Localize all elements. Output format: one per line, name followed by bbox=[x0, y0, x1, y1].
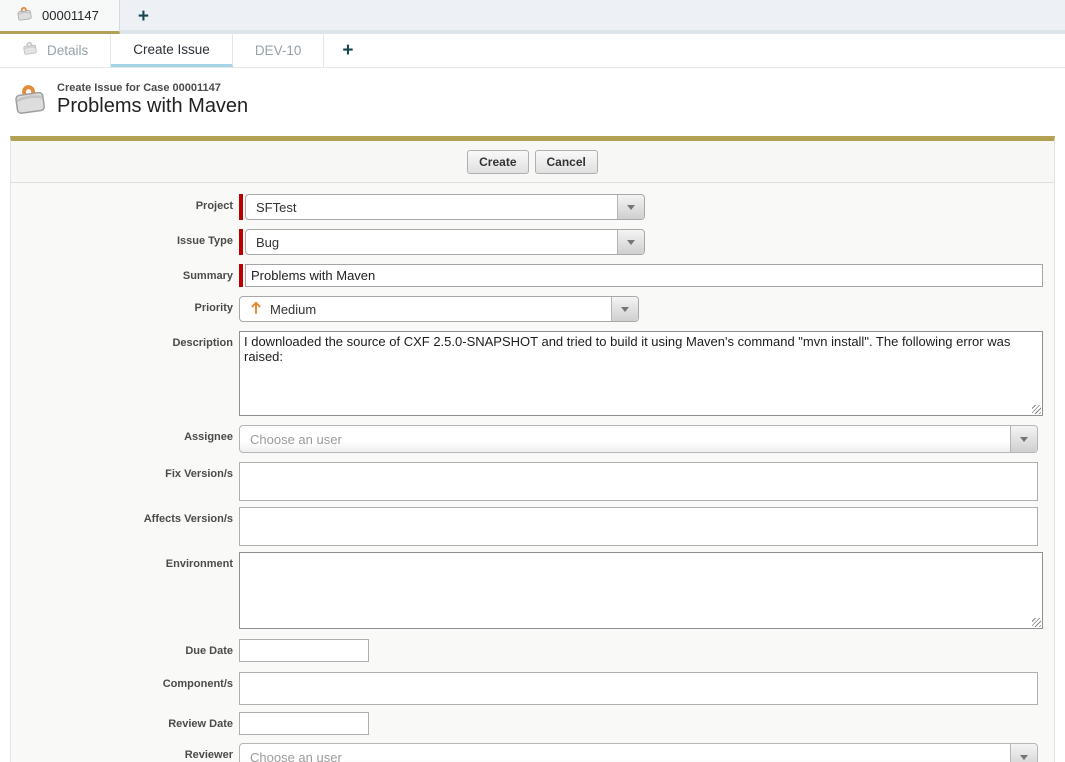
review-date-row: Review Date bbox=[11, 712, 1054, 735]
issue-type-select[interactable]: Bug bbox=[245, 229, 645, 255]
summary-label: Summary bbox=[11, 264, 233, 282]
reviewer-placeholder: Choose an user bbox=[240, 744, 1010, 762]
issue-type-value: Bug bbox=[246, 230, 617, 254]
subtab-label: DEV-10 bbox=[255, 43, 302, 58]
issue-type-label: Issue Type bbox=[11, 229, 233, 247]
create-button[interactable]: Create bbox=[467, 150, 528, 174]
dropdown-arrow-icon[interactable] bbox=[617, 195, 644, 219]
project-label: Project bbox=[11, 194, 233, 212]
resize-handle-icon[interactable] bbox=[1032, 618, 1041, 627]
cancel-button[interactable]: Cancel bbox=[535, 150, 598, 174]
summary-row: Summary bbox=[11, 264, 1054, 287]
review-date-input[interactable] bbox=[239, 712, 369, 735]
case-icon bbox=[16, 5, 33, 27]
reviewer-select[interactable]: Choose an user bbox=[239, 743, 1038, 762]
description-label: Description bbox=[11, 331, 233, 349]
environment-textarea[interactable] bbox=[239, 552, 1043, 629]
create-issue-panel: Create Cancel Project SFTest Issue Type … bbox=[10, 136, 1055, 762]
components-row: Component/s bbox=[11, 672, 1054, 705]
page-title: Problems with Maven bbox=[57, 95, 248, 118]
required-indicator bbox=[239, 264, 243, 287]
description-textarea[interactable]: I downloaded the source of CXF 2.5.0-SNA… bbox=[239, 331, 1043, 416]
create-issue-form: Project SFTest Issue Type Bug Su bbox=[11, 183, 1054, 762]
page-header: Create Issue for Case 00001147 Problems … bbox=[0, 68, 1065, 130]
due-date-row: Due Date bbox=[11, 639, 1054, 662]
header-context: Create Issue for Case 00001147 bbox=[57, 82, 248, 94]
assignee-row: Assignee Choose an user bbox=[11, 425, 1054, 453]
priority-medium-icon bbox=[250, 301, 262, 317]
priority-value: Medium bbox=[270, 302, 316, 317]
required-indicator bbox=[239, 229, 243, 255]
subtab-create-issue[interactable]: Create Issue bbox=[111, 34, 233, 67]
fix-versions-row: Fix Version/s bbox=[11, 462, 1054, 501]
subtab-label: Details bbox=[47, 43, 88, 58]
reviewer-row: Reviewer Choose an user bbox=[11, 743, 1054, 762]
subtab-label: Create Issue bbox=[133, 42, 210, 57]
due-date-label: Due Date bbox=[11, 639, 233, 657]
assignee-label: Assignee bbox=[11, 425, 233, 443]
add-workspace-tab-button[interactable]: + bbox=[120, 0, 167, 34]
dropdown-arrow-icon[interactable] bbox=[611, 297, 638, 321]
workspace-tab-bar: 00001147 + bbox=[0, 0, 1065, 34]
review-date-label: Review Date bbox=[11, 712, 233, 730]
subtab-bar: Details Create Issue DEV-10 + bbox=[0, 34, 1065, 68]
priority-select[interactable]: Medium bbox=[239, 296, 639, 322]
required-indicator bbox=[239, 194, 243, 220]
add-subtab-button[interactable]: + bbox=[324, 34, 371, 67]
components-input[interactable] bbox=[239, 672, 1038, 705]
dropdown-arrow-icon[interactable] bbox=[1010, 744, 1037, 762]
form-toolbar: Create Cancel bbox=[11, 141, 1054, 183]
affects-versions-input[interactable] bbox=[239, 507, 1038, 546]
environment-label: Environment bbox=[11, 552, 233, 570]
description-row: Description I downloaded the source of C… bbox=[11, 331, 1054, 416]
resize-handle-icon[interactable] bbox=[1032, 405, 1041, 414]
project-row: Project SFTest bbox=[11, 194, 1054, 220]
affects-versions-label: Affects Version/s bbox=[11, 507, 233, 525]
priority-label: Priority bbox=[11, 296, 233, 314]
subtab-details[interactable]: Details bbox=[0, 34, 111, 67]
environment-row: Environment bbox=[11, 552, 1054, 629]
fix-versions-input[interactable] bbox=[239, 462, 1038, 501]
due-date-input[interactable] bbox=[239, 639, 369, 662]
summary-input[interactable] bbox=[245, 264, 1043, 287]
project-value: SFTest bbox=[246, 195, 617, 219]
workspace-tab-case[interactable]: 00001147 bbox=[0, 0, 120, 34]
subtab-dev-10[interactable]: DEV-10 bbox=[233, 34, 325, 67]
project-select[interactable]: SFTest bbox=[245, 194, 645, 220]
assignee-placeholder: Choose an user bbox=[240, 426, 1010, 452]
plus-icon: + bbox=[138, 6, 149, 28]
issue-type-row: Issue Type Bug bbox=[11, 229, 1054, 255]
plus-icon: + bbox=[342, 40, 353, 62]
affects-versions-row: Affects Version/s bbox=[11, 507, 1054, 546]
dropdown-arrow-icon[interactable] bbox=[617, 230, 644, 254]
fix-versions-label: Fix Version/s bbox=[11, 462, 233, 480]
case-icon bbox=[12, 81, 48, 130]
priority-row: Priority Medium bbox=[11, 296, 1054, 322]
components-label: Component/s bbox=[11, 672, 233, 690]
workspace-tab-label: 00001147 bbox=[42, 8, 99, 23]
assignee-select[interactable]: Choose an user bbox=[239, 425, 1038, 453]
case-icon bbox=[22, 40, 38, 61]
reviewer-label: Reviewer bbox=[11, 743, 233, 761]
dropdown-arrow-icon[interactable] bbox=[1010, 426, 1037, 452]
